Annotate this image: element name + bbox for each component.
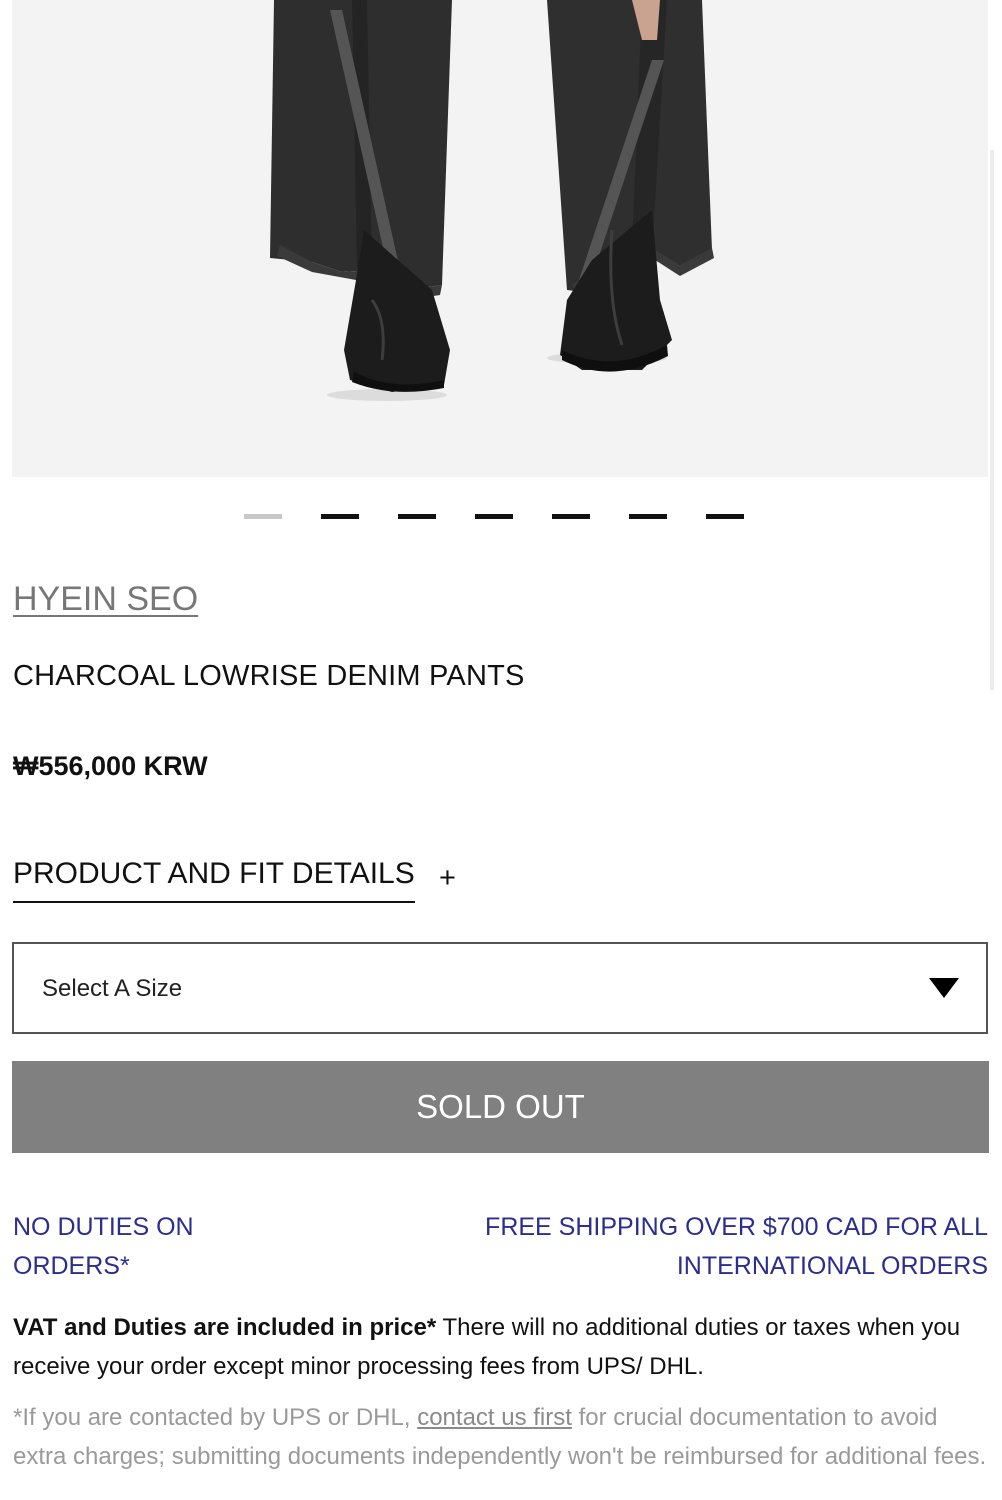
scroll-indicator [990,150,994,690]
carousel-dot[interactable] [552,514,590,519]
size-select-value: Select A Size [42,975,183,1002]
carousel-dot[interactable] [475,514,513,519]
free-shipping-notice: FREE SHIPPING OVER $700 CAD FOR ALL INTE… [485,1213,988,1280]
fine-print-prefix: *If you are contacted by UPS or DHL, [13,1404,418,1431]
carousel-indicators [0,514,1002,522]
product-price: ₩556,000 KRW [13,751,208,781]
plus-icon[interactable]: + [439,862,456,895]
brand-link[interactable]: HYEIN SEO [13,580,198,619]
product-title: CHARCOAL LOWRISE DENIM PANTS [13,660,525,692]
no-duties-notice: NO DUTIES ON ORDERS* [13,1213,194,1280]
caret-down-icon [929,978,959,998]
carousel-dot[interactable] [321,514,359,519]
carousel-dot[interactable] [244,514,282,519]
fine-print: *If you are contacted by UPS or DHL, con… [13,1398,988,1476]
product-details-toggle[interactable]: PRODUCT AND FIT DETAILS [13,857,415,903]
product-image[interactable] [12,0,988,477]
size-select[interactable]: Select A Size [12,942,988,1034]
vat-note: VAT and Duties are included in price* Th… [13,1308,988,1386]
carousel-dot[interactable] [398,514,436,519]
vat-note-bold: VAT and Duties are included in price* [13,1314,437,1341]
carousel-dot[interactable] [706,514,744,519]
sold-out-button[interactable]: SOLD OUT [12,1061,989,1153]
carousel-dot[interactable] [629,514,667,519]
contact-us-link[interactable]: contact us first [417,1404,572,1431]
